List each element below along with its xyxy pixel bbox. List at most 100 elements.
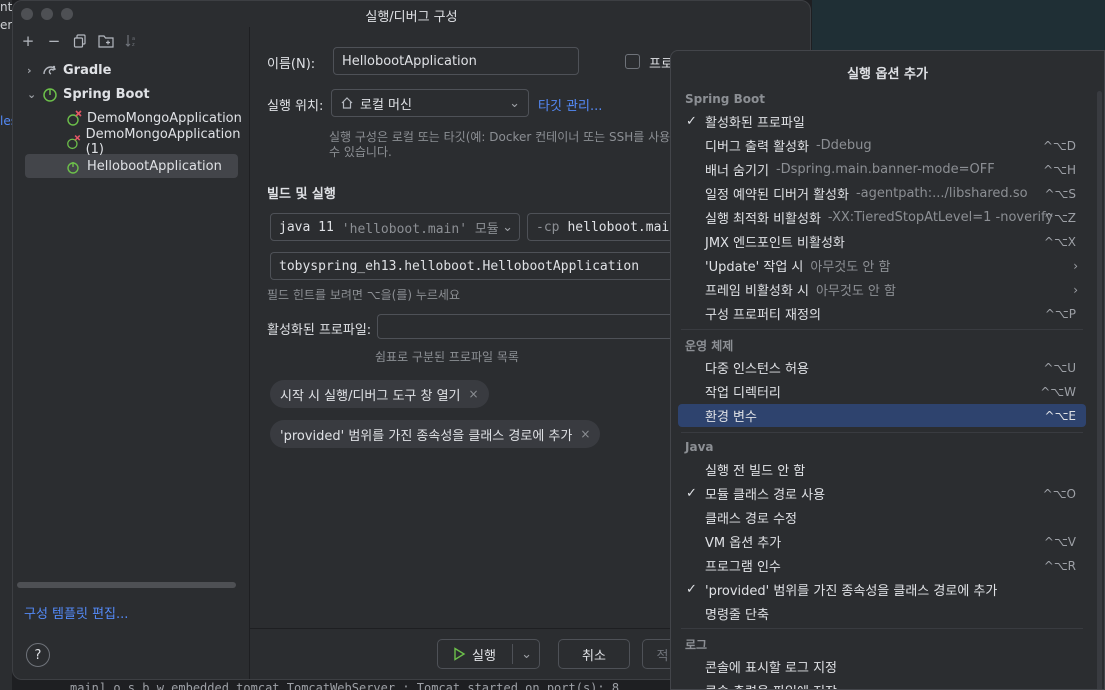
tree-item-gradle[interactable]: › Gradle [27,58,111,82]
tree-item-label: HellobootApplication [87,158,222,174]
option-group-title: Java [685,440,714,454]
active-profiles-hint: 쉼표로 구분된 프로파일 목록 [375,350,519,364]
run-option-item[interactable]: ✓ 모듈 클래스 경로 사용 ^⌥O [678,482,1086,505]
run-option-detail: 아무것도 안 함 [810,260,891,275]
run-option-detail: -Ddebug [815,138,872,153]
shortcut-label: ^⌥D [1042,138,1076,153]
home-icon [341,97,353,109]
copy-icon[interactable] [71,32,89,50]
run-option-item[interactable]: 배너 숨기기 -Dspring.main.banner-mode=OFF ^⌥H [678,158,1086,181]
run-on-hint: 수 있습니다. [329,145,392,159]
shortcut-label: ^⌥X [1043,234,1076,249]
popup-title: 실행 옵션 추가 [847,67,928,82]
run-button[interactable]: 실행 ⌄ [437,639,540,669]
remove-icon[interactable]: − [45,32,63,50]
vertical-scrollbar[interactable] [1097,91,1102,689]
close-icon[interactable]: × [469,387,479,401]
active-profiles-input[interactable] [377,314,677,339]
run-option-label: 명령줄 단축 [705,608,769,623]
spring-boot-icon [67,162,79,174]
run-option-item[interactable]: ✓ 'provided' 범위를 가진 종속성을 클래스 경로에 추가 [678,578,1086,601]
shortcut-label: ^⌥O [1042,486,1076,501]
run-option-item[interactable]: 'Update' 작업 시 아무것도 안 함 › [678,254,1086,277]
run-option-item[interactable]: ✓ 활성화된 프로파일 [678,110,1086,133]
classpath-module-select[interactable]: -cp helloboot.main [527,213,677,241]
run-option-item[interactable]: 일정 예약된 디버거 활성화 -agentpath:.../libshared.s… [678,182,1086,205]
run-option-item[interactable]: 디버그 출력 활성화 -Ddebug ^⌥D [678,134,1086,157]
main-class-input[interactable]: tobyspring_eh13.helloboot.HellobootAppli… [270,252,677,280]
chevron-right-icon[interactable]: › [27,64,41,77]
run-option-item[interactable]: VM 옵션 추가 ^⌥V [678,530,1086,553]
build-run-section-title: 빌드 및 실행 [267,187,336,202]
spring-boot-error-icon [67,135,81,150]
run-option-detail: 아무것도 안 함 [815,284,896,299]
chevron-right-icon: › [1073,282,1078,297]
cancel-button[interactable]: 취소 [558,639,630,669]
run-option-label: 콘솔에 표시할 로그 지정 [705,661,837,676]
run-on-select[interactable]: 로컬 머신 ⌄ [331,89,529,117]
add-icon[interactable]: + [19,32,37,50]
chip-label: 시작 시 실행/디버그 도구 창 열기 [280,388,461,404]
run-option-label: 활성화된 프로파일 [705,116,805,131]
option-chip-provided-scope[interactable]: 'provided' 범위를 가진 종속성을 클래스 경로에 추가 × [270,420,601,448]
new-folder-icon[interactable] [97,32,115,50]
shortcut-label: ^⌥H [1043,162,1076,177]
run-option-item[interactable]: 구성 프로퍼티 재정의 ^⌥P [678,302,1086,325]
manage-targets-link[interactable]: 타깃 관리... [538,95,602,114]
run-option-item[interactable]: 프로그램 인수 ^⌥R [678,554,1086,577]
run-option-item[interactable]: 콘솔에 표시할 로그 지정 [678,655,1086,678]
dialog-title: 실행/디버그 구성 [365,10,458,25]
run-option-item[interactable]: 환경 변수 ^⌥E [678,404,1086,427]
run-option-label: 'Update' 작업 시 [705,260,804,275]
run-on-value: 로컬 머신 [360,97,412,113]
horizontal-scrollbar[interactable] [17,582,236,588]
config-tree-pane: + − az › Gradle ⌄ Spring Boot DemoMongoA… [13,27,250,679]
group-separator [681,329,1083,330]
svg-text:z: z [132,42,135,48]
run-option-item[interactable]: 실행 최적화 비활성화 -XX:TieredStopAtLevel=1 -nove… [678,206,1086,229]
chevron-down-icon[interactable]: ⌄ [521,647,532,662]
spring-boot-error-icon [67,110,82,126]
play-icon [454,647,466,661]
shortcut-label: ^⌥U [1043,360,1076,375]
run-option-item[interactable]: 콘솔 출력을 파일에 저장 [678,679,1086,689]
run-option-label: 프로그램 인수 [705,560,781,575]
help-button[interactable]: ? [26,643,50,667]
jre-module: 'helloboot.main' 모듈 [341,221,499,237]
chip-label: 'provided' 범위를 가진 종속성을 클래스 경로에 추가 [280,428,573,444]
chevron-right-icon: › [1073,258,1078,273]
chevron-down-icon[interactable]: ⌄ [27,88,41,101]
run-option-item[interactable]: 명령줄 단축 [678,602,1086,625]
tree-item-demomongo-1[interactable]: DemoMongoApplication (1) [65,127,249,157]
option-group-title: Spring Boot [685,92,765,106]
run-option-item[interactable]: 클래스 경로 수정 [678,506,1086,529]
chevron-down-icon: ⌄ [502,219,513,235]
tree-item-helloboot[interactable]: HellobootApplication [65,154,222,178]
edit-templates-link[interactable]: 구성 템플릿 편집... [24,603,128,622]
tree-item-label: DemoMongoApplication [87,110,242,126]
option-group-title: 운영 체제 [685,339,734,353]
sort-icon[interactable]: az [123,32,141,50]
run-option-label: 실행 최적화 비활성화 [705,212,821,227]
run-option-label: 'provided' 범위를 가진 종속성을 클래스 경로에 추가 [705,584,998,599]
run-button-label: 실행 [472,648,496,664]
active-profiles-label: 활성화된 프로파일: [267,323,372,338]
run-option-item[interactable]: 작업 디렉터리 ^⌥W [678,380,1086,403]
option-chip-open-tool-window[interactable]: 시작 시 실행/디버그 도구 창 열기 × [270,380,489,408]
jre-select[interactable]: java 11 'helloboot.main' 모듈 ⌄ [270,213,520,241]
tree-item-label: Spring Boot [63,86,150,102]
run-option-label: 배너 숨기기 [705,164,769,179]
close-icon[interactable]: × [580,427,590,441]
store-as-file-checkbox[interactable] [625,54,640,69]
run-option-detail: -Dspring.main.banner-mode=OFF [775,162,995,177]
cp-value: helloboot.main [567,219,677,235]
run-option-label: 클래스 경로 수정 [705,512,797,527]
run-option-label: 프레임 비활성화 시 [705,284,809,299]
tree-item-spring-boot[interactable]: ⌄ Spring Boot [27,82,150,106]
name-input[interactable]: HellobootApplication [333,47,579,75]
run-option-item[interactable]: 실행 전 빌드 안 함 [678,458,1086,481]
add-run-options-popup: 실행 옵션 추가 ✓ 활성화된 프로파일 디버그 출력 활성화 -Ddebug ^⌥D 배… [670,50,1105,690]
run-option-item[interactable]: JMX 엔드포인트 비활성화 ^⌥X [678,230,1086,253]
run-option-item[interactable]: 프레임 비활성화 시 아무것도 안 함 › [678,278,1086,301]
run-option-item[interactable]: 다중 인스턴스 허용 ^⌥U [678,356,1086,379]
